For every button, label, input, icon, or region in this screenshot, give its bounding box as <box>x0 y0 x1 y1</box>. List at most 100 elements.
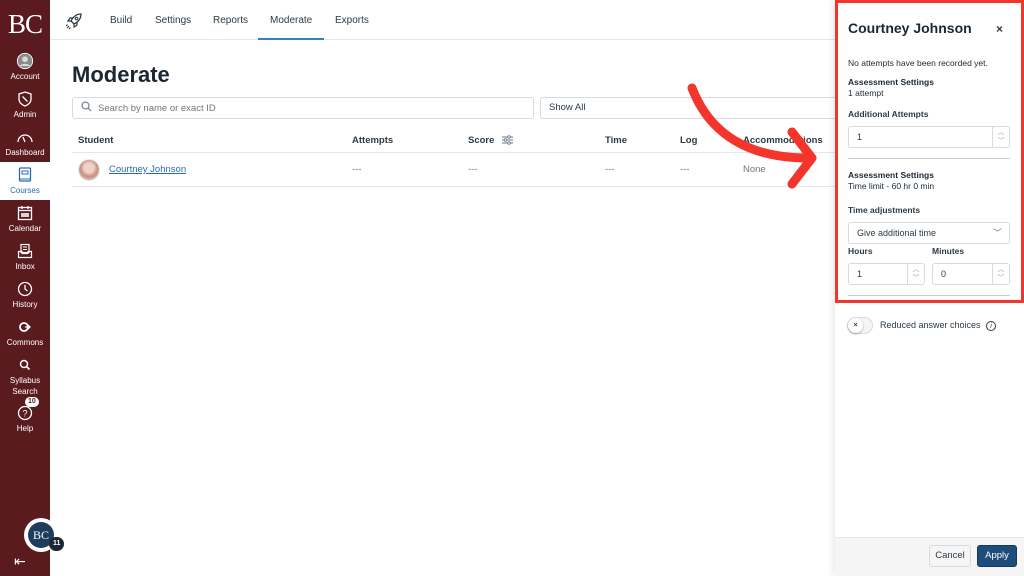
search-icon <box>81 101 92 115</box>
tab-reports[interactable]: Reports <box>213 0 248 40</box>
nav-item-syllabus-search[interactable]: Syllabus Search <box>0 352 50 400</box>
info-icon[interactable]: i <box>986 320 997 331</box>
chevron-down-icon: ﹀ <box>992 228 1002 238</box>
tab-build[interactable]: Build <box>110 0 132 40</box>
chevron-up-icon[interactable]: ︿ <box>998 128 1005 137</box>
col-attempts[interactable]: Attempts <box>352 128 393 152</box>
admin-shield-icon <box>16 90 34 108</box>
hours-value: 1 <box>857 269 863 279</box>
student-cell: Courtney Johnson <box>78 153 186 186</box>
nav-label: Calendar <box>8 224 42 233</box>
nav-item-courses[interactable]: Courses <box>0 162 50 200</box>
collapse-nav-icon[interactable]: ⇤ <box>14 553 26 570</box>
reduced-choices-toggle[interactable]: × <box>847 317 873 334</box>
svg-text:?: ? <box>22 409 27 419</box>
accommodations-cell: None <box>743 164 766 175</box>
reduced-choices-label-wrap: Reduced answer choices i <box>880 320 997 331</box>
help-icon: ? 10 <box>16 397 39 422</box>
minutes-value: 0 <box>941 269 947 279</box>
table-header: Student Attempts Score Time Log Accommod… <box>72 128 837 153</box>
filter-select[interactable]: Show All <box>540 97 840 119</box>
additional-attempts-input[interactable]: 1 ︿ ﹀ <box>848 126 1010 148</box>
attempts-cell: --- <box>352 164 362 175</box>
nav-label: History <box>12 300 38 309</box>
global-nav: BC Account Admin Dashboard Courses Calen… <box>0 0 50 576</box>
nav-item-inbox[interactable]: Inbox <box>0 238 50 276</box>
log-cell: --- <box>680 164 690 175</box>
nav-item-help[interactable]: ? 10 Help <box>0 397 50 438</box>
top-nav: Build Settings Reports Moderate Exports <box>50 0 835 40</box>
help-badge: 10 <box>25 397 39 407</box>
nav-label: Syllabus Search <box>9 375 41 396</box>
additional-attempts-value: 1 <box>857 132 863 142</box>
nav-item-history[interactable]: History <box>0 276 50 314</box>
nav-label: Dashboard <box>5 148 45 157</box>
close-icon[interactable]: × <box>996 22 1003 36</box>
attempts-settings-detail: 1 attempt <box>848 88 884 98</box>
section-divider <box>848 158 1010 159</box>
students-table: Student Attempts Score Time Log Accommod… <box>72 128 837 187</box>
tray-title: Courtney Johnson <box>848 20 972 36</box>
col-student[interactable]: Student <box>78 128 113 152</box>
chevron-down-icon[interactable]: ﹀ <box>998 274 1005 283</box>
additional-attempts-label: Additional Attempts <box>848 109 929 119</box>
time-adjustment-value: Give additional time <box>857 228 937 238</box>
chevron-down-icon[interactable]: ﹀ <box>913 274 920 283</box>
chevron-down-icon[interactable]: ﹀ <box>998 137 1005 146</box>
history-clock-icon <box>16 280 34 298</box>
no-attempts-text: No attempts have been recorded yet. <box>848 58 988 68</box>
section-divider <box>848 295 1010 296</box>
col-score[interactable]: Score <box>468 128 514 152</box>
commons-icon <box>16 318 34 336</box>
col-log[interactable]: Log <box>680 128 697 152</box>
student-avatar <box>78 158 100 181</box>
minutes-stepper[interactable]: ︿ ﹀ <box>992 264 1009 284</box>
time-adjustments-label: Time adjustments <box>848 205 921 215</box>
chevron-up-icon[interactable]: ︿ <box>913 265 920 274</box>
nav-label: Admin <box>13 110 37 119</box>
page-title: Moderate <box>72 62 170 87</box>
cancel-button[interactable]: Cancel <box>929 545 971 567</box>
col-score-label: Score <box>468 134 495 146</box>
tab-moderate[interactable]: Moderate <box>258 0 325 40</box>
col-accommodations[interactable]: Accommodations <box>743 128 823 152</box>
nav-item-commons[interactable]: Commons <box>0 314 50 352</box>
nav-item-account[interactable]: Account <box>0 48 50 86</box>
nav-item-dashboard[interactable]: Dashboard <box>0 124 50 162</box>
toggle-off-icon: × <box>848 318 863 333</box>
minutes-label: Minutes <box>932 246 965 256</box>
time-limit-detail: Time limit - 60 hr 0 min <box>848 181 935 191</box>
score-cell: --- <box>468 164 478 175</box>
nav-label: Inbox <box>15 262 35 271</box>
calendar-icon <box>16 204 34 222</box>
hours-input[interactable]: 1 ︿ ﹀ <box>848 263 925 285</box>
attempts-stepper[interactable]: ︿ ﹀ <box>992 127 1009 147</box>
notification-badge: 11 <box>49 537 65 551</box>
search-field[interactable] <box>72 97 534 119</box>
time-adjustment-select[interactable]: Give additional time ﹀ <box>848 222 1010 244</box>
time-settings-heading: Assessment Settings <box>848 170 934 180</box>
table-row: Courtney Johnson --- --- --- --- None <box>72 153 837 187</box>
apply-button[interactable]: Apply <box>977 545 1017 567</box>
account-icon <box>16 52 34 70</box>
tab-settings[interactable]: Settings <box>155 0 191 40</box>
nav-item-admin[interactable]: Admin <box>0 86 50 124</box>
dashboard-gauge-icon <box>16 128 34 146</box>
chevron-up-icon[interactable]: ︿ <box>998 265 1005 274</box>
tab-exports[interactable]: Exports <box>335 0 369 40</box>
courses-book-icon <box>16 166 34 184</box>
nav-item-calendar[interactable]: Calendar <box>0 200 50 238</box>
nav-label: Help <box>16 424 34 433</box>
rocket-icon <box>64 11 84 31</box>
search-input[interactable] <box>98 102 498 114</box>
nav-label: Account <box>10 72 40 81</box>
hours-stepper[interactable]: ︿ ﹀ <box>907 264 924 284</box>
student-name-link[interactable]: Courtney Johnson <box>109 164 186 175</box>
nav-label: Courses <box>10 186 40 195</box>
minutes-input[interactable]: 0 ︿ ﹀ <box>932 263 1010 285</box>
col-time[interactable]: Time <box>605 128 627 152</box>
institution-logo[interactable]: BC <box>0 0 50 48</box>
filter-sliders-icon[interactable] <box>502 135 514 145</box>
hours-label: Hours <box>848 246 873 256</box>
time-cell: --- <box>605 164 615 175</box>
